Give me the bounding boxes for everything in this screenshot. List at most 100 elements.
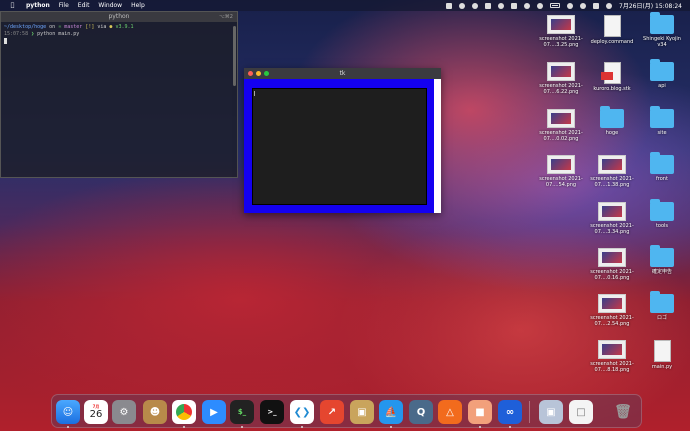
terminal-output[interactable]: ~/desktop/hoge on ⚛ master [!] via ● v3.… bbox=[1, 22, 237, 48]
siri-icon[interactable] bbox=[606, 2, 612, 9]
desktop-icon[interactable]: screenshot 2021-07....6.22.png bbox=[537, 62, 585, 95]
terminal-icon[interactable]: >_ bbox=[260, 400, 284, 424]
desktop-icon[interactable]: Shingeki Kyojin v34 bbox=[638, 12, 686, 48]
dropbox-icon[interactable] bbox=[446, 2, 452, 9]
search-icon[interactable] bbox=[580, 2, 586, 9]
prompt-on: on bbox=[49, 24, 56, 30]
image-file-icon bbox=[547, 155, 575, 174]
preview-icon[interactable]: ▣ bbox=[539, 400, 563, 424]
prompt-via: via bbox=[97, 24, 107, 30]
menu-file[interactable]: File bbox=[59, 2, 69, 9]
image-file-icon bbox=[598, 248, 626, 267]
folder-icon bbox=[650, 12, 674, 34]
desktop-icon[interactable]: screenshot 2021-07....3.25.png bbox=[537, 15, 585, 48]
desktop-icon-label: api bbox=[658, 83, 666, 89]
calendar-day: 26 bbox=[89, 409, 103, 420]
desktop-icon[interactable]: deploy.command bbox=[588, 15, 636, 45]
prompt-line: ~/desktop/hoge on ⚛ master [!] via ● v3.… bbox=[4, 24, 234, 31]
desktop-icon[interactable]: main.py bbox=[638, 340, 686, 370]
image-file-icon bbox=[598, 155, 626, 174]
system-preferences-icon[interactable]: ⚙ bbox=[112, 400, 136, 424]
image-file-icon bbox=[547, 109, 575, 128]
desktop-icon[interactable]: tools bbox=[638, 199, 686, 229]
tk-titlebar[interactable]: tk bbox=[244, 68, 441, 79]
desktop-icon[interactable]: front bbox=[638, 152, 686, 182]
desktop-icon[interactable]: hoge bbox=[588, 106, 636, 136]
prompt-version: v3.9.1 bbox=[115, 24, 134, 30]
desktop-icon[interactable]: screenshot 2021-07....0.02.png bbox=[537, 109, 585, 142]
terminal-titlebar[interactable]: python ⌥⌘2 bbox=[1, 12, 237, 22]
zoom-icon[interactable]: ▶ bbox=[202, 400, 226, 424]
contacts-icon[interactable]: ☻ bbox=[143, 400, 167, 424]
desktop-icon[interactable]: kuroro.blog.stk bbox=[588, 62, 636, 92]
desktop-icon[interactable]: screenshot 2021-07....0.16.png bbox=[588, 248, 636, 281]
folder-icon bbox=[650, 291, 674, 313]
archive-icon[interactable]: ▣ bbox=[350, 400, 374, 424]
terminal-scrollbar[interactable] bbox=[233, 26, 236, 86]
menubar-datetime[interactable]: 7月26日(月) 15:08:24 bbox=[619, 1, 682, 10]
calendar-status-icon[interactable] bbox=[511, 2, 517, 9]
desktop-icon[interactable]: api bbox=[638, 59, 686, 89]
desktop-icon[interactable]: screenshot 2021-07....1.38.png bbox=[588, 155, 636, 188]
folder-icon bbox=[650, 106, 674, 128]
menu-app-name[interactable]: python bbox=[26, 2, 50, 9]
menu-window[interactable]: Window bbox=[98, 2, 122, 9]
prompt-branch: master bbox=[64, 24, 83, 30]
iterm-icon[interactable]: $_ bbox=[230, 400, 254, 428]
tk-window[interactable]: tk bbox=[244, 68, 441, 213]
calendar-icon[interactable]: 7月 26 bbox=[84, 400, 108, 424]
desktop-icon-label: screenshot 2021-07....1.38.png bbox=[590, 176, 634, 188]
docker-icon[interactable]: ⛵ bbox=[379, 400, 403, 428]
trash-icon[interactable]: 🗑 bbox=[611, 400, 635, 424]
wifi-icon[interactable] bbox=[567, 2, 573, 9]
record-icon[interactable] bbox=[472, 2, 478, 9]
desktop-icon-label: screenshot 2021-07....6.22.png bbox=[539, 83, 583, 95]
analytics-icon[interactable]: ↗ bbox=[320, 400, 344, 424]
desktop-icon[interactable]: site bbox=[638, 106, 686, 136]
menu-edit[interactable]: Edit bbox=[78, 2, 90, 9]
zoom-button[interactable] bbox=[264, 71, 269, 76]
desktop-icon[interactable]: screenshot 2021-07....2.54.png bbox=[588, 294, 636, 327]
desktop-icon[interactable]: screenshot 2021-07....54.png bbox=[537, 155, 585, 188]
menu-bar:  python File Edit Window Help 7月26日(月) … bbox=[0, 0, 690, 11]
app-status-icon[interactable] bbox=[459, 2, 465, 9]
battery-icon[interactable] bbox=[550, 3, 560, 8]
minimize-button[interactable] bbox=[256, 71, 261, 76]
cloud-icon[interactable] bbox=[498, 2, 504, 9]
terminal-window[interactable]: python ⌥⌘2 ~/desktop/hoge on ⚛ master [!… bbox=[0, 11, 238, 178]
terminal-cursor bbox=[4, 38, 7, 44]
bluetooth-icon[interactable] bbox=[537, 2, 543, 9]
vscode-icon[interactable]: ❮❯ bbox=[290, 400, 314, 428]
sourcetree-icon[interactable]: △ bbox=[438, 400, 462, 424]
desktop-icon-label: screenshot 2021-07....54.png bbox=[539, 176, 583, 188]
file-icon bbox=[600, 62, 621, 84]
infinity-app-icon[interactable]: ∞ bbox=[498, 400, 522, 428]
info-icon[interactable] bbox=[524, 2, 530, 9]
folder-icon bbox=[600, 106, 624, 128]
prompt-status: [!] bbox=[85, 24, 95, 30]
apple-icon[interactable]:  bbox=[9, 2, 16, 9]
status-area: 7月26日(月) 15:08:24 bbox=[446, 0, 682, 11]
tk-text-area[interactable] bbox=[252, 88, 427, 205]
desktop-icon[interactable]: ロゴ bbox=[638, 291, 686, 321]
desktop-icon-label: front bbox=[656, 176, 668, 182]
document-icon[interactable]: □ bbox=[569, 400, 593, 424]
finder-icon[interactable]: ☺ bbox=[56, 400, 80, 428]
notes-app-icon[interactable]: ■ bbox=[468, 400, 492, 428]
python-icon: ● bbox=[109, 24, 113, 30]
desktop-icon-label: tools bbox=[655, 223, 669, 229]
folder-icon bbox=[650, 199, 674, 221]
branch-icon: ⚛ bbox=[58, 24, 62, 30]
desktop-icon-label: Shingeki Kyojin v34 bbox=[643, 36, 681, 48]
image-file-icon bbox=[547, 15, 575, 34]
prompt-time: 15:07:58 bbox=[4, 31, 29, 37]
chrome-icon[interactable] bbox=[172, 400, 196, 428]
parking-icon[interactable] bbox=[485, 2, 491, 9]
control-center-icon[interactable] bbox=[593, 2, 599, 9]
menu-help[interactable]: Help bbox=[131, 2, 145, 9]
close-button[interactable] bbox=[248, 71, 253, 76]
desktop-icon[interactable]: screenshot 2021-07....3.34.png bbox=[588, 202, 636, 235]
quicktime-icon[interactable]: Q bbox=[409, 400, 433, 424]
desktop-icon[interactable]: screenshot 2021-07....8.18.png bbox=[588, 340, 636, 373]
desktop-icon[interactable]: 確定申告 bbox=[638, 245, 686, 275]
